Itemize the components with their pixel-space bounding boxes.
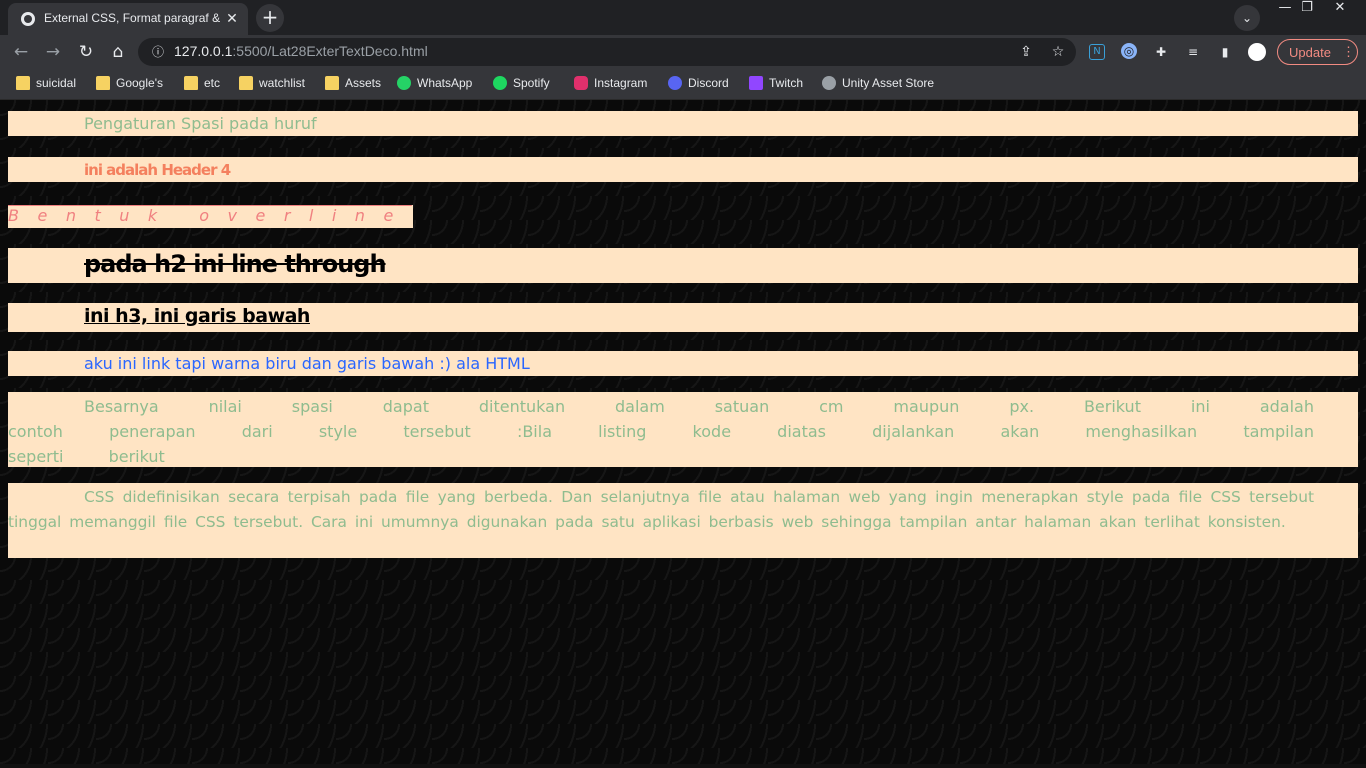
tab-strip: External CSS, Format paragraf & ✕ + ⌄ — … [0, 0, 1366, 35]
side-panel-icon[interactable]: ▮ [1216, 43, 1234, 61]
unity-icon [822, 76, 836, 90]
h3-underline-text: ini h3, ini garis bawah [84, 305, 310, 327]
css-paragraph: CSS didefinisikan secara terpisah pada f… [8, 483, 1358, 558]
bookmark-assets[interactable]: Assets [325, 76, 381, 92]
back-button[interactable]: ← [8, 39, 34, 65]
instagram-icon [574, 76, 588, 90]
globe-icon [21, 12, 35, 26]
bookmark-star-icon[interactable]: ☆ [1048, 42, 1068, 62]
paragraph-2: CSS didefinisikan secara terpisah pada f… [8, 488, 1314, 531]
bookmark-suicidal[interactable]: suicidal [16, 76, 76, 92]
tab-search-chevron-icon[interactable]: ⌄ [1234, 5, 1260, 31]
h2-line-through-text: pada h2 ini line through [84, 250, 387, 278]
paragraph-1: Besarnya nilai spasi dapat ditentukan da… [8, 397, 1314, 466]
bookmark-watchlist[interactable]: watchlist [239, 76, 305, 92]
word-spacing-paragraph: Besarnya nilai spasi dapat ditentukan da… [8, 392, 1358, 467]
folder-icon [16, 76, 30, 90]
new-tab-button[interactable]: + [256, 4, 284, 32]
bookmark-etc[interactable]: etc [184, 76, 220, 92]
folder-icon [325, 76, 339, 90]
extension-search-icon[interactable]: ◎ [1121, 43, 1137, 59]
reading-list-icon[interactable]: ≡ [1184, 43, 1202, 61]
h3-block: ini h3, ini garis bawah [8, 303, 1358, 332]
folder-icon [239, 76, 253, 90]
extensions-puzzle-icon[interactable]: ✚ [1152, 43, 1170, 61]
discord-icon [668, 76, 682, 90]
bookmark-whatsapp[interactable]: WhatsApp [397, 76, 472, 92]
link-block: aku ini link tapi warna biru dan garis b… [8, 351, 1358, 376]
spotify-icon [493, 76, 507, 90]
update-button[interactable]: Update ⋮ [1277, 39, 1358, 65]
overline-text: Bentuk overline [8, 206, 412, 225]
reload-button[interactable]: ↻ [73, 39, 99, 65]
url-text[interactable]: 127.0.0.1:5500/Lat28ExterTextDeco.html [174, 43, 428, 61]
header4-block: ini adalah Header 4 [8, 157, 1358, 182]
update-label: Update [1289, 45, 1331, 60]
folder-icon [96, 76, 110, 90]
header4-text: ini adalah Header 4 [84, 161, 231, 179]
bookmark-googles[interactable]: Google's [96, 76, 163, 92]
taskbar-edge [0, 764, 1366, 768]
tab-title: External CSS, Format paragraf & [44, 11, 221, 25]
bookmarks-bar: suicidal Google's etc watchlist Assets W… [0, 69, 1366, 100]
whatsapp-icon [397, 76, 411, 90]
tab-close-icon[interactable]: ✕ [224, 10, 240, 28]
bookmark-unity-asset-store[interactable]: Unity Asset Store [822, 76, 934, 92]
site-info-icon[interactable]: ⓘ [150, 44, 166, 60]
close-window-button[interactable]: ✕ [1323, 0, 1357, 18]
twitch-icon [749, 76, 763, 90]
spacing-paragraph: Pengaturan Spasi pada huruf [8, 111, 1358, 136]
forward-button[interactable]: → [40, 39, 66, 65]
spacing-text: Pengaturan Spasi pada huruf [84, 114, 317, 133]
address-bar[interactable]: ⓘ 127.0.0.1:5500/Lat28ExterTextDeco.html… [138, 38, 1076, 66]
browser-toolbar: ← → ↻ ⌂ ⓘ 127.0.0.1:5500/Lat28ExterTextD… [0, 35, 1366, 69]
menu-kebab-icon[interactable]: ⋮ [1342, 44, 1355, 60]
bookmark-spotify[interactable]: Spotify [493, 76, 550, 92]
extension-n-icon[interactable]: N [1089, 44, 1105, 60]
styled-link[interactable]: aku ini link tapi warna biru dan garis b… [84, 354, 530, 373]
page-viewport: Pengaturan Spasi pada huruf ini adalah H… [0, 100, 1366, 768]
share-icon[interactable]: ⇪ [1016, 42, 1036, 62]
bookmark-instagram[interactable]: Instagram [574, 76, 647, 92]
bookmark-discord[interactable]: Discord [668, 76, 729, 92]
h2-block: pada h2 ini line through [8, 248, 1358, 283]
active-tab[interactable]: External CSS, Format paragraf & ✕ [8, 3, 248, 35]
overline-block: Bentuk overline [8, 205, 413, 228]
restore-button[interactable]: ❐ [1290, 0, 1324, 18]
profile-avatar[interactable] [1248, 43, 1266, 61]
bookmark-twitch[interactable]: Twitch [749, 76, 803, 92]
folder-icon [184, 76, 198, 90]
home-button[interactable]: ⌂ [105, 39, 131, 65]
